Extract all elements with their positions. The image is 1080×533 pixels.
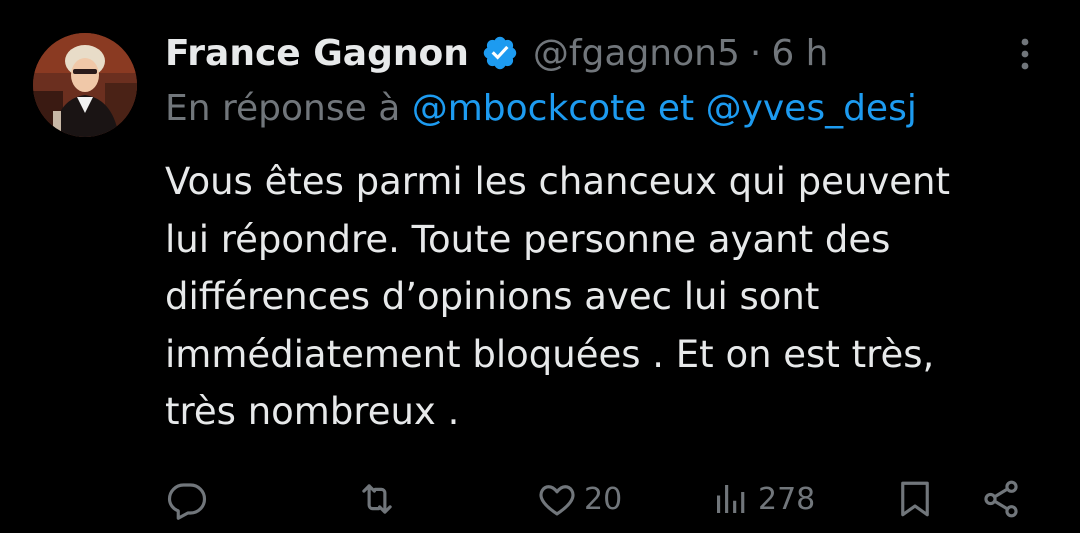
heart-icon xyxy=(536,478,578,520)
tweet-text-line: très nombreux . xyxy=(165,390,460,433)
reply-mention-yves-desj[interactable]: @yves_desj xyxy=(706,88,917,129)
tweet-text-line: immédiatement bloquées . Et on est très, xyxy=(165,332,935,376)
more-options-icon[interactable] xyxy=(1010,34,1040,74)
avatar-image xyxy=(33,33,137,137)
retweet-icon xyxy=(356,478,398,520)
tweet-text-line: lui répondre. Toute personne ayant des xyxy=(165,217,891,261)
reply-mention-mbockcote[interactable]: @mbockcote xyxy=(412,88,647,129)
tweet-text: Vous êtes parmi les chanceux qui peuvent… xyxy=(165,153,1055,441)
views-button[interactable]: 278 xyxy=(710,473,815,525)
views-count: 278 xyxy=(758,481,816,517)
avatar[interactable] xyxy=(33,33,137,137)
reply-context: En réponse à @mbockcote et @yves_desj xyxy=(165,88,917,129)
tweet-text-line: différences d’opinions avec lui sont xyxy=(165,275,820,318)
verified-badge-icon xyxy=(481,34,519,72)
display-name[interactable]: France Gagnon xyxy=(165,33,469,74)
timestamp[interactable]: 6 h xyxy=(771,33,828,74)
bar-chart-icon xyxy=(710,478,752,520)
user-handle[interactable]: @fgagnon5 xyxy=(533,33,740,74)
share-icon xyxy=(980,478,1022,520)
reply-prefix: En réponse à xyxy=(165,88,401,129)
tweet-header: France Gagnon @fgagnon5 · 6 h xyxy=(165,27,828,79)
like-button[interactable]: 20 xyxy=(536,473,622,525)
bookmark-button[interactable] xyxy=(894,473,936,525)
tweet[interactable]: France Gagnon @fgagnon5 · 6 h En réponse… xyxy=(0,0,1080,533)
share-button[interactable] xyxy=(980,473,1022,525)
retweet-button[interactable] xyxy=(356,473,398,525)
action-bar: 20 278 xyxy=(0,473,1080,525)
reply-conjunction: et xyxy=(657,88,695,129)
separator-dot: · xyxy=(749,32,762,74)
tweet-text-line: Vous êtes parmi les chanceux qui peuvent xyxy=(165,160,950,203)
like-count: 20 xyxy=(584,481,623,517)
reply-button[interactable] xyxy=(166,473,208,525)
bookmark-icon xyxy=(894,478,936,520)
reply-icon xyxy=(166,478,208,520)
